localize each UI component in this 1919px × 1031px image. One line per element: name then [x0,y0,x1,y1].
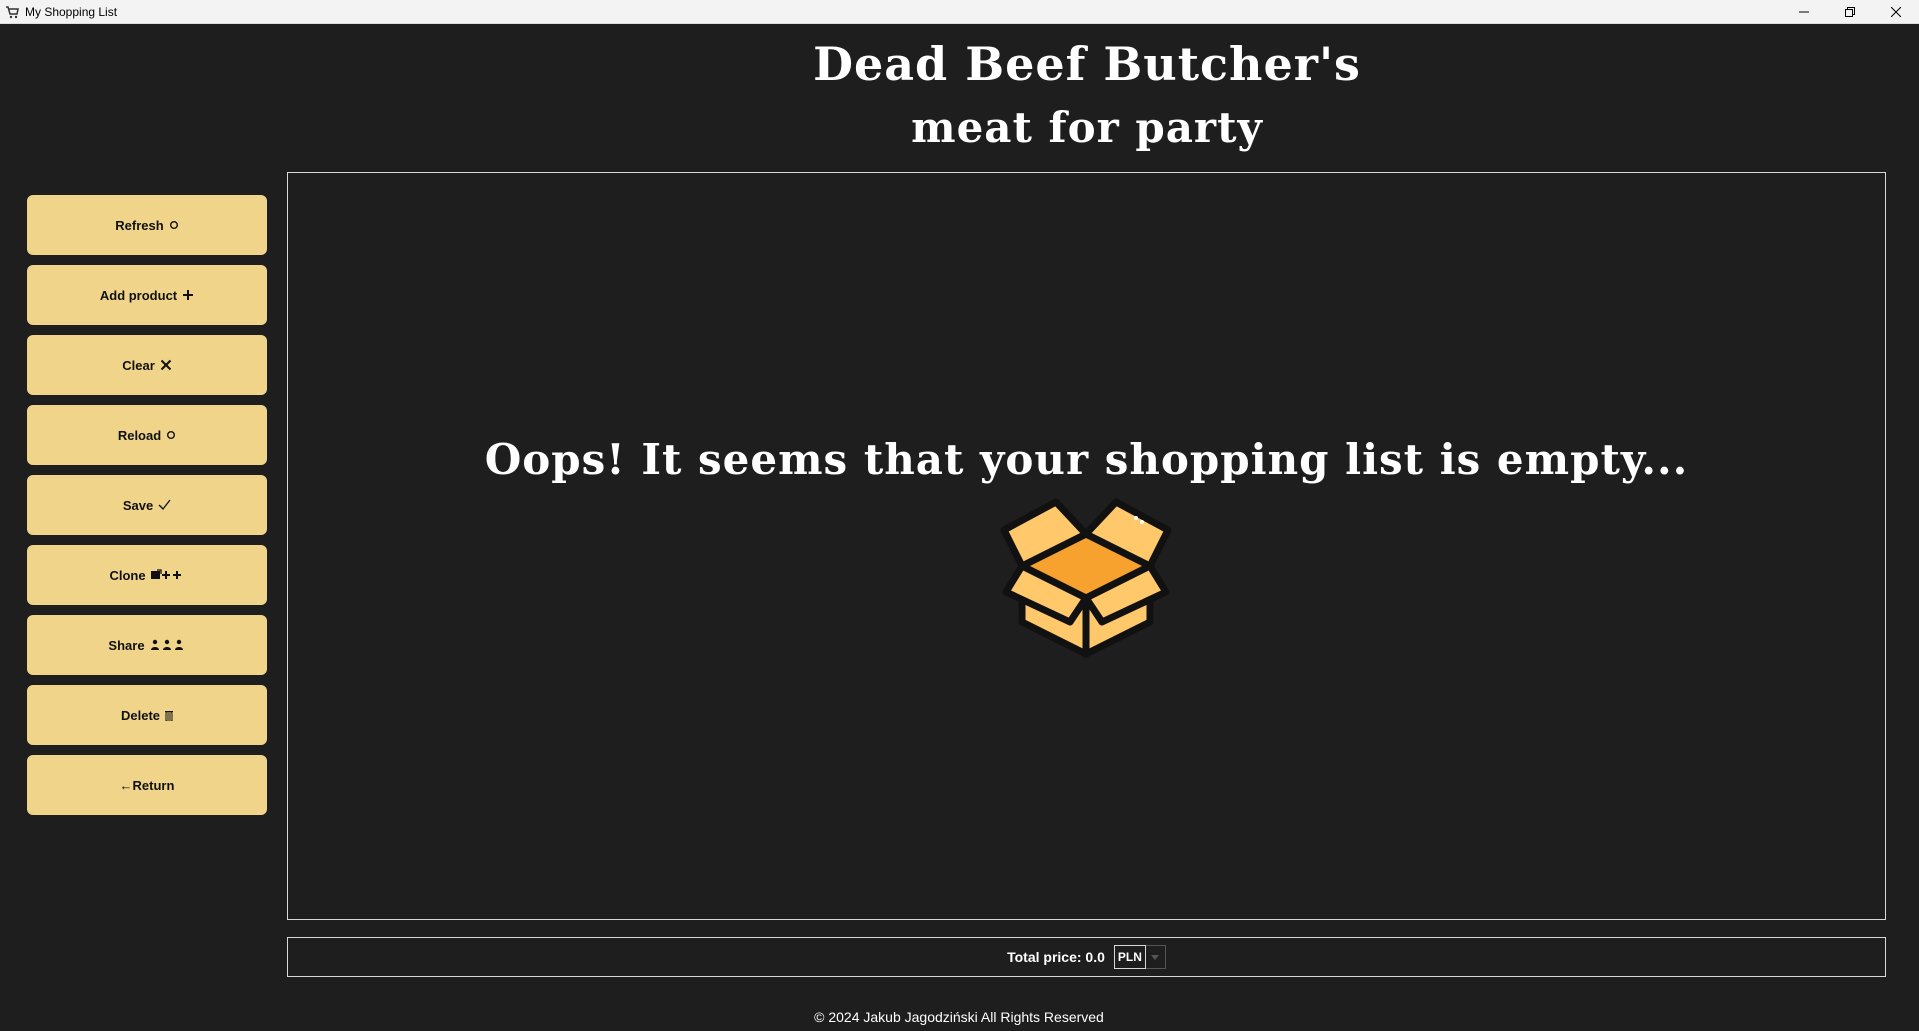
window-title: My Shopping List [25,4,118,19]
copyright-footer: © 2024 Jakub Jagodziński All Rights Rese… [814,1009,1104,1025]
refresh-button[interactable]: Refresh [27,195,267,255]
clear-button[interactable]: Clear [27,335,267,395]
currency-value: PLN [1113,945,1146,969]
maximize-button[interactable] [1827,0,1873,23]
empty-box-icon [998,494,1174,660]
chevron-down-icon[interactable] [1145,945,1166,969]
currency-select[interactable]: PLN [1113,945,1166,969]
share-button-label: Share [108,637,145,653]
share-button[interactable]: Share [27,615,267,675]
x-icon [160,359,172,371]
reload-button-label: Reload [117,427,162,443]
reload-icon [166,430,176,440]
return-button[interactable]: ←Return [27,755,267,815]
plus-icon [182,289,194,301]
save-button-label: Save [122,497,154,513]
clear-button-label: Clear [122,357,155,373]
shopping-cart-icon [4,4,20,20]
refresh-button-label: Refresh [115,217,164,233]
clone-icon [150,569,185,581]
delete-button[interactable]: Delete [27,685,267,745]
empty-list-message: Oops! It seems that your shopping list i… [484,435,1689,484]
sidebar: Refresh Add product Clear Reload Save Cl… [27,195,267,825]
delete-button-label: Delete [120,707,161,723]
people-icon [150,639,186,651]
save-button[interactable]: Save [27,475,267,535]
add-product-button-label: Add product [99,287,178,303]
return-button-label: ←Return [119,777,175,793]
checkmark-icon [158,499,171,511]
window-titlebar: My Shopping List [0,0,1919,24]
store-header: Dead Beef Butcher's meat for party [287,32,1887,160]
total-price-label: Total price: 0.0 [1007,949,1105,965]
clone-button-label: Clone [109,567,146,583]
list-name: meat for party [911,103,1263,152]
clone-button[interactable]: Clone [27,545,267,605]
reload-button[interactable]: Reload [27,405,267,465]
store-name: Dead Beef Butcher's [813,37,1361,91]
close-window-button[interactable] [1873,0,1919,23]
minimize-button[interactable] [1781,0,1827,23]
trash-icon [165,710,174,721]
add-product-button[interactable]: Add product [27,265,267,325]
refresh-icon [169,220,179,230]
total-price-panel: Total price: 0.0 PLN [287,937,1886,977]
